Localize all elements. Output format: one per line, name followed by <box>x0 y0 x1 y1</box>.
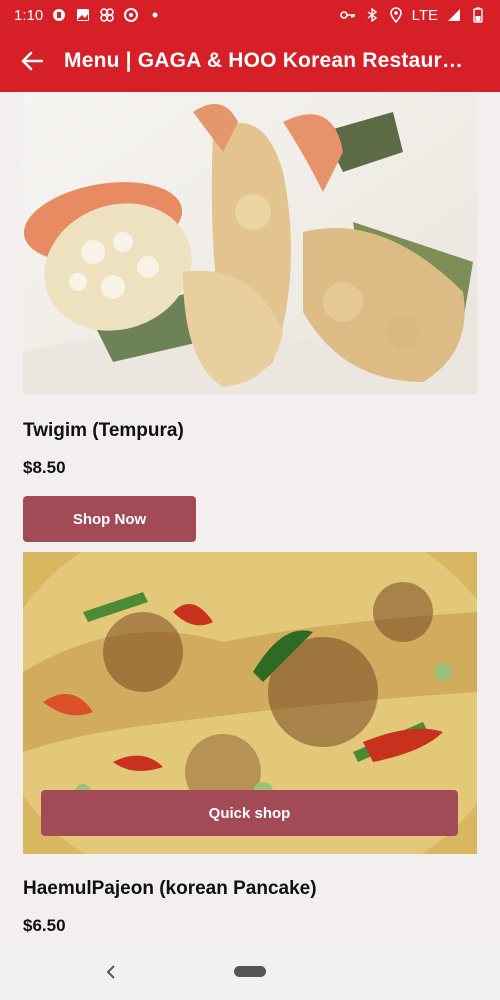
item-price: $8.50 <box>23 458 66 477</box>
target-icon <box>123 7 139 23</box>
chevron-left-icon <box>106 965 115 979</box>
menu-list[interactable]: Twigim (Tempura) $8.50 Shop Now Quick sh… <box>0 92 500 944</box>
signal-icon <box>446 7 462 23</box>
item-price: $6.50 <box>23 916 66 935</box>
system-nav-bar <box>0 944 500 1000</box>
arrow-left-icon <box>21 51 43 71</box>
pinwheel-icon <box>99 7 115 23</box>
status-bar: 1:10 LTE <box>0 0 500 30</box>
key-icon <box>339 7 356 23</box>
notification-icon <box>51 7 67 23</box>
item-name: HaemulPajeon (korean Pancake) <box>23 878 317 899</box>
status-right: LTE <box>339 6 486 24</box>
nav-back-button[interactable] <box>100 958 122 986</box>
bluetooth-icon <box>364 7 380 23</box>
quick-shop-button[interactable]: Quick shop <box>41 790 458 836</box>
battery-icon <box>470 7 486 23</box>
item-name: Twigim (Tempura) <box>23 420 184 441</box>
tempura-image[interactable] <box>23 92 477 394</box>
location-icon <box>388 7 404 23</box>
dot-icon <box>147 7 163 23</box>
image-icon <box>75 7 91 23</box>
shop-now-button[interactable]: Shop Now <box>23 496 196 542</box>
app-bar: Menu | GAGA & HOO Korean Restaura… <box>0 30 500 92</box>
network-type: LTE <box>411 6 438 24</box>
status-left: 1:10 <box>14 7 163 24</box>
status-time: 1:10 <box>14 6 44 24</box>
back-button[interactable] <box>0 30 64 92</box>
page-title: Menu | GAGA & HOO Korean Restaura… <box>64 49 474 72</box>
home-pill-button[interactable] <box>234 966 266 977</box>
